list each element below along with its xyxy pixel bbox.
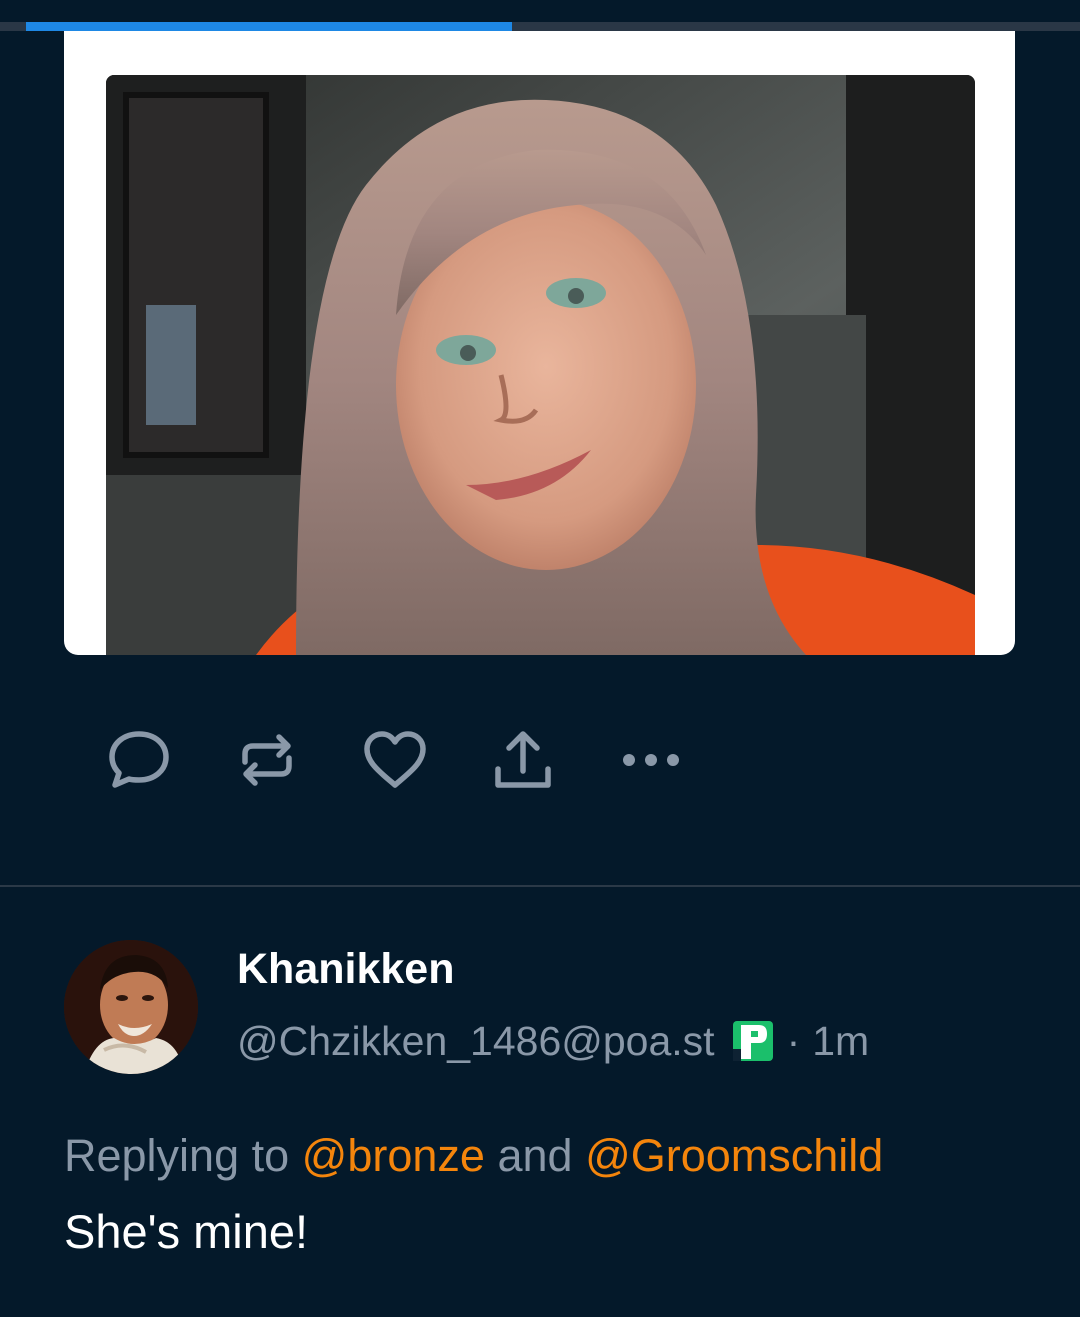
reply-button[interactable] (100, 722, 178, 798)
post-action-bar (100, 722, 690, 798)
author-display-name[interactable]: Khanikken (237, 945, 454, 994)
replying-to-line: Replying to @bronze and @Groomschild (64, 1130, 883, 1182)
pleroma-badge-icon (731, 1019, 775, 1063)
repost-icon (242, 734, 292, 786)
more-options-button[interactable] (612, 722, 690, 798)
attached-photo[interactable] (106, 75, 975, 655)
avatar-portrait (64, 940, 198, 1074)
speech-bubble-icon (109, 731, 169, 788)
replying-to-label: Replying to (64, 1130, 290, 1181)
ellipsis-icon (623, 754, 679, 766)
avatar[interactable] (64, 940, 198, 1074)
mention-link-bronze[interactable]: @bronze (302, 1130, 485, 1181)
author-meta-row: @Chzikken_1486@poa.st · 1m (237, 1013, 869, 1069)
post-body-text: She's mine! (64, 1205, 309, 1258)
heart-icon (364, 731, 426, 788)
media-attachment[interactable] (64, 31, 1015, 655)
author-handle[interactable]: @Chzikken_1486@poa.st (237, 1018, 715, 1065)
share-button[interactable] (484, 722, 562, 798)
repost-button[interactable] (228, 722, 306, 798)
mention-joiner: and (497, 1130, 573, 1181)
share-upload-icon (495, 731, 551, 788)
mention-link-groomschild[interactable]: @Groomschild (585, 1130, 883, 1181)
load-progress-fill (26, 22, 512, 31)
load-progress-bar (0, 22, 1080, 31)
timeline-page: Khanikken @Chzikken_1486@poa.st · 1m Rep… (0, 0, 1080, 1317)
post-timestamp[interactable]: 1m (812, 1018, 869, 1065)
like-button[interactable] (356, 722, 434, 798)
meta-separator: · (786, 1017, 801, 1064)
selfie-photo-illustration (106, 75, 975, 655)
post-divider (0, 885, 1080, 887)
